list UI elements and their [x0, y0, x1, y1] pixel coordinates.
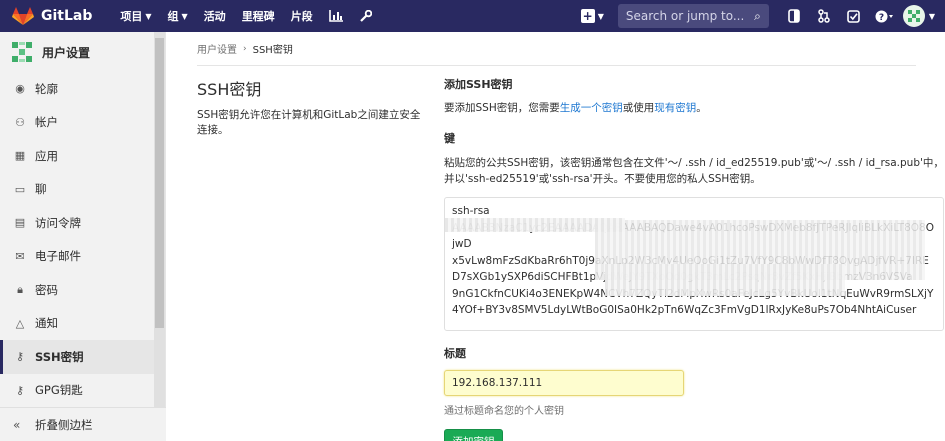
title-help-text: 通过标题命名您的个人密钥: [444, 406, 564, 417]
help-icon[interactable]: ?: [873, 0, 895, 32]
sidebar-item-chat[interactable]: ▭ 聊: [0, 173, 155, 207]
search-placeholder: Search or jump to...: [625, 9, 745, 23]
panel-icon[interactable]: [783, 0, 805, 32]
sidebar-item-label: 密码: [35, 282, 58, 297]
avatar[interactable]: [902, 5, 925, 27]
add-key-text-suffix: 。: [696, 102, 707, 114]
collapse-sidebar-label: 折叠侧边栏: [35, 417, 93, 432]
nav-groups[interactable]: 组 ▼: [160, 0, 196, 32]
sidebar-item-notifications[interactable]: △ 通知: [0, 307, 155, 341]
key-help-text: 粘贴您的公共SSH密钥，该密钥通常包含在文件'〜/ .ssh / id_ed25…: [444, 157, 944, 185]
nav-projects-label: 项目: [120, 10, 143, 23]
email-icon: ✉: [15, 249, 25, 263]
nav-milestones[interactable]: 里程碑: [234, 0, 283, 32]
chevron-down-icon: ▼: [181, 11, 188, 21]
sidebar-item-ssh-keys[interactable]: ⚷ SSH密钥: [0, 340, 155, 374]
sidebar-item-label: 应用: [35, 148, 58, 163]
sidebar-item-applications[interactable]: ▦ 应用: [0, 139, 155, 173]
nav-activity[interactable]: 活动: [196, 0, 234, 32]
key-icon: ⚷: [15, 350, 25, 364]
key-icon: ⚷: [15, 383, 25, 397]
key-label: 键: [444, 132, 455, 145]
sidebar-scrollbar-thumb[interactable]: [155, 38, 164, 328]
title-label: 标题: [444, 347, 466, 360]
chevron-down-icon: ▼: [597, 11, 604, 21]
existing-key-link[interactable]: 现有密钥: [654, 102, 696, 114]
sidebar-item-access-tokens[interactable]: ▤ 访问令牌: [0, 206, 155, 240]
title-input-value: 192.168.137.111: [452, 377, 543, 389]
sidebar: 用户设置 ◉ 轮廓 ⚇ 帐户 ▦ 应用 ▭ 聊 ▤ 访问令牌 ✉ 电子邮件 🔒︎ 密码 △ 通知…: [0, 32, 166, 441]
sidebar-item-profile[interactable]: ◉ 轮廓: [0, 72, 155, 106]
sidebar-item-emails[interactable]: ✉ 电子邮件: [0, 240, 155, 274]
main-content: 用户设置 › SSH密钥 SSH密钥 SSH密钥允许您在计算机和GitLab之间…: [197, 32, 945, 441]
sidebar-item-account[interactable]: ⚇ 帐户: [0, 106, 155, 140]
brand-name: GitLab: [41, 8, 93, 24]
redaction-mask: [605, 264, 845, 296]
key-textarea[interactable]: ssh-rsa AAAAB3NzaC1yc2EAAAADAQABAAABAQDa…: [444, 197, 944, 331]
chart-icon[interactable]: [325, 0, 347, 32]
page-title: SSH密钥: [197, 80, 262, 99]
nav-projects[interactable]: 项目 ▼: [112, 0, 159, 32]
add-key-button[interactable]: 添加密钥: [444, 429, 503, 441]
wrench-icon[interactable]: [355, 0, 377, 32]
breadcrumb-parent[interactable]: 用户设置: [197, 41, 237, 56]
add-key-text-prefix: 要添加SSH密钥，您需要: [444, 102, 560, 114]
sidebar-item-label: SSH密钥: [35, 349, 84, 364]
gitlab-logo-icon: [12, 7, 34, 25]
sidebar-item-label: 轮廓: [35, 81, 58, 96]
sidebar-item-password[interactable]: 🔒︎ 密码: [0, 273, 155, 307]
ssh-key-form: 添加SSH密钥 要添加SSH密钥，您需要生成一个密钥或使用现有密钥。 键 粘贴您…: [444, 76, 944, 441]
sidebar-scrollbar[interactable]: [154, 32, 165, 408]
sidebar-header[interactable]: 用户设置: [0, 32, 165, 72]
sidebar-item-label: GPG钥匙: [35, 383, 83, 398]
add-key-instructions: 要添加SSH密钥，您需要生成一个密钥或使用现有密钥。: [444, 101, 944, 116]
avatar-identicon-icon: [907, 10, 920, 22]
nav-milestones-label: 里程碑: [241, 10, 275, 23]
plus-icon: +: [580, 9, 595, 23]
collapse-sidebar-button[interactable]: « 折叠侧边栏: [0, 407, 166, 441]
bell-icon: △: [15, 316, 25, 330]
breadcrumb-current[interactable]: SSH密钥: [253, 41, 293, 56]
breadcrumb: 用户设置 › SSH密钥: [197, 32, 916, 66]
brand[interactable]: GitLab: [12, 6, 112, 26]
title-input[interactable]: 192.168.137.111: [444, 370, 684, 396]
svg-text:?: ?: [879, 13, 884, 23]
merge-request-icon[interactable]: [813, 0, 835, 32]
sidebar-item-gpg-keys[interactable]: ⚷ GPG钥匙: [0, 374, 155, 408]
chat-icon: ▭: [14, 182, 26, 196]
add-key-title: 添加SSH密钥: [444, 78, 513, 91]
account-icon: ⚇: [15, 115, 25, 129]
chevron-down-icon[interactable]: ▼: [929, 12, 935, 21]
sidebar-item-label: 聊: [35, 182, 47, 197]
sidebar-item-label: 电子邮件: [35, 249, 81, 264]
new-item-button[interactable]: + ▼: [573, 9, 612, 23]
sidebar-item-label: 访问令牌: [35, 215, 81, 230]
user-settings-logo-icon: [12, 42, 32, 62]
chevron-down-icon: ▼: [145, 11, 152, 21]
search-input[interactable]: Search or jump to... ⌕: [617, 4, 769, 28]
key-line: 4YOf+BY3v8SMV5LdyLWtBoG0ISa0Hk2pTn6WqZc3…: [452, 304, 917, 316]
profile-icon: ◉: [15, 82, 25, 96]
todo-icon[interactable]: [843, 0, 865, 32]
page-description: SSH密钥允许您在计算机和GitLab之间建立安全连接。: [197, 109, 421, 136]
add-key-text-mid: 或使用: [622, 102, 655, 114]
generate-key-link[interactable]: 生成一个密钥: [560, 102, 623, 114]
nav-snippets-label: 片段: [290, 10, 313, 23]
nav-groups-label: 组: [167, 10, 179, 23]
nav-snippets[interactable]: 片段: [283, 0, 321, 32]
search-icon: ⌕: [754, 8, 761, 23]
lock-icon: 🔒︎: [17, 282, 23, 296]
sidebar-item-label: 帐户: [35, 115, 58, 130]
top-navbar: GitLab 项目 ▼ 组 ▼ 活动 里程碑 片段 + ▼ Search or ju…: [0, 0, 945, 32]
sidebar-title: 用户设置: [42, 45, 91, 60]
chevron-right-icon: ›: [243, 43, 247, 54]
intro-section: SSH密钥 SSH密钥允许您在计算机和GitLab之间建立安全连接。: [197, 76, 427, 138]
double-chevron-left-icon: «: [13, 417, 21, 432]
applications-icon: ▦: [14, 149, 26, 163]
token-icon: ▤: [14, 216, 26, 230]
nav-activity-label: 活动: [203, 10, 226, 23]
sidebar-item-label: 通知: [35, 316, 58, 331]
